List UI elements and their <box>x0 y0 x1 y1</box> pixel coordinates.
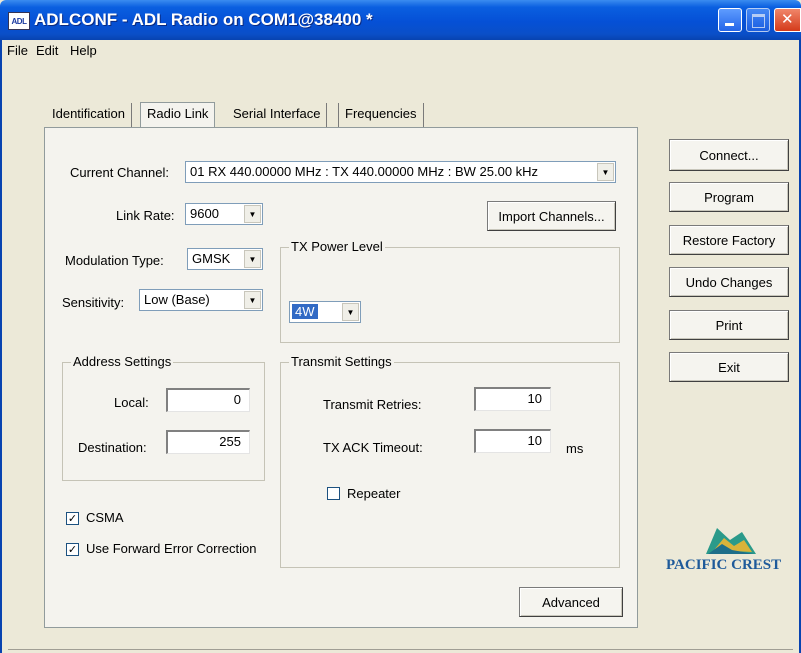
link-rate-select[interactable]: 9600 ▼ <box>185 203 263 225</box>
title-bar[interactable]: ADL ADLCONF - ADL Radio on COM1@38400 * <box>0 0 801 40</box>
transmit-settings-group: Transmit Settings <box>280 354 620 568</box>
transmit-retries-label: Transmit Retries: <box>323 397 422 412</box>
sensitivity-label: Sensitivity: <box>62 295 125 310</box>
repeater-checkbox[interactable] <box>327 487 340 500</box>
chevron-down-icon[interactable]: ▼ <box>244 250 261 268</box>
local-label: Local: <box>114 395 149 410</box>
current-channel-label: Current Channel: <box>70 165 169 180</box>
modulation-value: GMSK <box>192 251 231 266</box>
chevron-down-icon[interactable]: ▼ <box>342 303 359 321</box>
app-icon[interactable]: ADL <box>8 12 30 30</box>
modulation-label: Modulation Type: <box>65 253 164 268</box>
connect-button[interactable]: Connect... <box>669 139 789 171</box>
tx-power-group-title: TX Power Level <box>289 239 385 254</box>
window-title: ADLCONF - ADL Radio on COM1@38400 * <box>34 10 373 29</box>
destination-input[interactable]: 255 <box>166 430 250 454</box>
tx-power-select[interactable]: 4W ▼ <box>289 301 361 323</box>
minimize-button[interactable] <box>718 8 742 32</box>
transmit-group-title: Transmit Settings <box>289 354 394 369</box>
maximize-button[interactable] <box>746 8 770 32</box>
main-window: ADL ADLCONF - ADL Radio on COM1@38400 * … <box>0 0 801 653</box>
link-rate-value: 9600 <box>190 206 219 221</box>
advanced-button[interactable]: Advanced <box>519 587 623 617</box>
menu-bar: File Edit Help <box>0 40 801 62</box>
tab-radio-link[interactable]: Radio Link <box>140 102 216 128</box>
tx-ack-timeout-label: TX ACK Timeout: <box>323 440 423 455</box>
transmit-retries-input[interactable]: 10 <box>474 387 551 411</box>
tab-identification[interactable]: Identification <box>46 103 132 127</box>
import-channels-button[interactable]: Import Channels... <box>487 201 616 231</box>
current-channel-select[interactable]: 01 RX 440.00000 MHz : TX 440.00000 MHz :… <box>185 161 616 183</box>
menu-edit[interactable]: Edit <box>36 43 58 58</box>
fec-checkbox[interactable]: ✓ <box>66 543 79 556</box>
csma-label: CSMA <box>86 510 124 525</box>
window-frame-left <box>0 40 2 653</box>
tx-power-value: 4W <box>292 304 318 319</box>
undo-changes-button[interactable]: Undo Changes <box>669 267 789 297</box>
sensitivity-select[interactable]: Low (Base) ▼ <box>139 289 263 311</box>
chevron-down-icon[interactable]: ▼ <box>244 291 261 309</box>
address-group-title: Address Settings <box>71 354 174 369</box>
link-rate-label: Link Rate: <box>116 208 175 223</box>
repeater-label: Repeater <box>347 486 401 501</box>
address-settings-group: Address Settings <box>62 354 265 481</box>
local-input[interactable]: 0 <box>166 388 250 412</box>
tx-ack-timeout-unit: ms <box>566 441 584 456</box>
restore-factory-button[interactable]: Restore Factory <box>669 225 789 255</box>
modulation-select[interactable]: GMSK ▼ <box>187 248 263 270</box>
menu-file[interactable]: File <box>7 43 28 58</box>
tab-frequencies[interactable]: Frequencies <box>338 103 424 127</box>
tx-power-group: TX Power Level <box>280 239 620 343</box>
close-button[interactable] <box>774 8 801 32</box>
tx-ack-timeout-input[interactable]: 10 <box>474 429 551 453</box>
status-divider <box>8 649 793 650</box>
print-button[interactable]: Print <box>669 310 789 340</box>
sensitivity-value: Low (Base) <box>144 292 210 307</box>
chevron-down-icon[interactable]: ▼ <box>244 205 261 223</box>
tab-serial-interface[interactable]: Serial Interface <box>227 103 328 127</box>
destination-label: Destination: <box>78 440 147 455</box>
menu-help[interactable]: Help <box>70 43 97 58</box>
exit-button[interactable]: Exit <box>669 352 789 382</box>
csma-checkbox[interactable]: ✓ <box>66 512 79 525</box>
pacific-crest-logo-text: PACIFIC CREST <box>666 557 782 573</box>
chevron-down-icon[interactable]: ▼ <box>597 163 614 181</box>
fec-label: Use Forward Error Correction <box>86 541 257 556</box>
pacific-crest-logo-icon <box>706 528 756 554</box>
program-button[interactable]: Program <box>669 182 789 212</box>
current-channel-value: 01 RX 440.00000 MHz : TX 440.00000 MHz :… <box>190 164 539 179</box>
